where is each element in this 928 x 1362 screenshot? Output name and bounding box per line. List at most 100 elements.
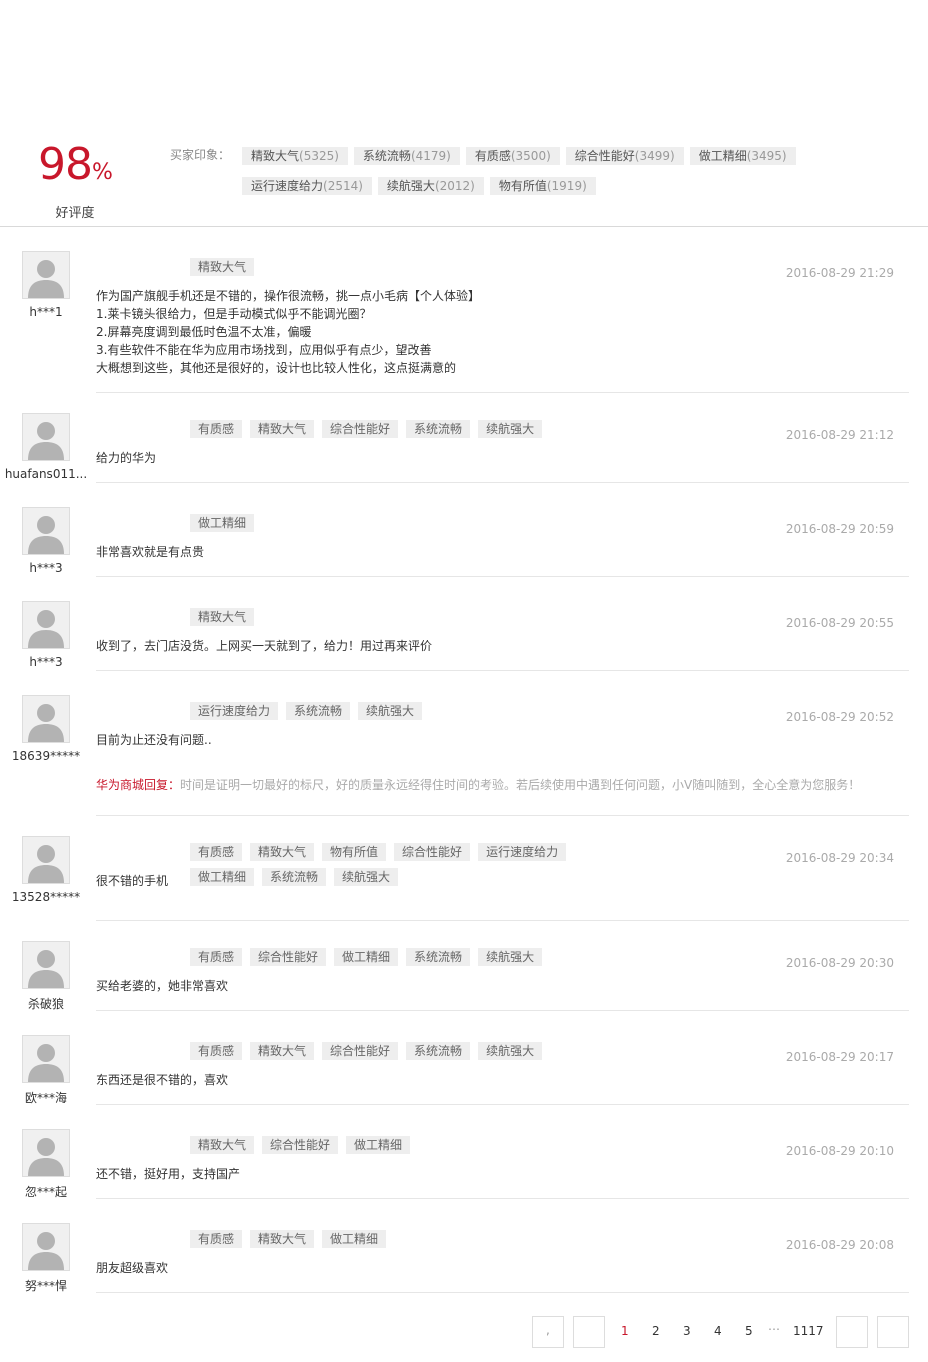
- review-divider: [96, 815, 909, 816]
- reply-text: 时间是证明一切最好的标尺，好的质量永远经得住时间的考验。若后续使用中遇到任何问题…: [180, 778, 861, 792]
- review-tag: 综合性能好: [322, 1042, 399, 1060]
- review-tag: 有质感: [190, 1042, 243, 1060]
- review-tag: 精致大气: [190, 1136, 255, 1154]
- review-content: 朋友超级喜欢: [96, 1259, 796, 1277]
- review-item: huafans011... 有质感 精致大气 综合性能好 系统流畅 续航强大 2016-08…: [0, 408, 928, 483]
- review-tag: 系统流畅: [406, 948, 471, 966]
- impression-tag[interactable]: 物有所值(1919): [489, 177, 596, 195]
- review-date: 2016-08-29 21:29: [785, 266, 894, 280]
- impression-tag[interactable]: 做工精细(3495): [689, 147, 796, 165]
- review-tag: 做工精细: [190, 514, 255, 532]
- first-page-button[interactable]: ,: [532, 1316, 564, 1348]
- pagination: , 1 2 3 4 5 … 1117: [532, 1316, 910, 1348]
- review-tag: 精致大气: [250, 1230, 315, 1248]
- review-item: 欧***海 有质感 精致大气 综合性能好 系统流畅 续航强大 2016-08-29 20:1…: [0, 1030, 928, 1105]
- review-username: 努***悍: [24, 1279, 67, 1293]
- review-tag: 综合性能好: [322, 420, 399, 438]
- review-tags: 精致大气 综合性能好 做工精细: [190, 1134, 610, 1159]
- review-divider: [96, 1104, 909, 1105]
- review-content: 给力的华为: [96, 449, 796, 467]
- review-tags: 有质感 综合性能好 做工精细 系统流畅 续航强大: [190, 946, 610, 971]
- review-date: 2016-08-29 20:55: [785, 616, 894, 630]
- review-divider: [96, 920, 909, 921]
- impression-tag-label: 做工精细: [698, 149, 747, 163]
- review-content: 非常喜欢就是有点贵: [96, 543, 796, 561]
- page-4-link[interactable]: 4: [714, 1324, 722, 1338]
- review-divider: [96, 1010, 909, 1011]
- review-content: 很不错的手机: [96, 872, 796, 890]
- impression-tag-count: (4179): [410, 149, 451, 163]
- prev-page-button[interactable]: [573, 1316, 605, 1348]
- review-tag: 精致大气: [250, 1042, 315, 1060]
- impression-tag[interactable]: 综合性能好(3499): [565, 147, 684, 165]
- review-item: 努***悍 有质感 精致大气 做工精细 2016-08-29 20:08 朋友超级喜欢: [0, 1218, 928, 1293]
- impression-tag-count: (5325): [299, 149, 339, 163]
- rate-unit: %: [92, 160, 113, 185]
- page-2-link[interactable]: 2: [652, 1324, 660, 1338]
- impression-tag-count: (2012): [434, 179, 475, 193]
- impression-tag-count: (2514): [323, 179, 363, 193]
- review-tag: 有质感: [190, 420, 243, 438]
- last-page-button[interactable]: [877, 1316, 909, 1348]
- review-tag: 做工精细: [322, 1230, 387, 1248]
- review-divider: [96, 392, 909, 393]
- review-item: 杀破狼 有质感 综合性能好 做工精细 系统流畅 续航强大 2016-08-29 20:30 买…: [0, 936, 928, 1011]
- review-tag: 有质感: [190, 843, 243, 861]
- review-tag: 做工精细: [346, 1136, 411, 1154]
- review-tag: 精致大气: [250, 420, 315, 438]
- impression-tag-label: 有质感: [474, 149, 511, 163]
- impression-tag-label: 综合性能好: [574, 149, 635, 163]
- review-content: 还不错，挺好用，支持国产: [96, 1165, 796, 1183]
- avatar: [22, 695, 70, 743]
- avatar: [22, 836, 70, 884]
- avatar: [22, 601, 70, 649]
- review-date: 2016-08-29 20:10: [785, 1144, 894, 1158]
- review-item: 忽***起 精致大气 综合性能好 做工精细 2016-08-29 20:10 还不错，挺好…: [0, 1124, 928, 1199]
- review-tags: 精致大气: [190, 256, 610, 281]
- impression-tag-label: 物有所值: [498, 179, 547, 193]
- review-content-line: 很不错的手机: [96, 874, 169, 888]
- impression-tag[interactable]: 续航强大(2012): [377, 177, 484, 195]
- impression-list: 精致大气(5325) 系统流畅(4179) 有质感(3500) 综合性能好(3499)…: [242, 145, 842, 205]
- page-1-link[interactable]: 1: [621, 1324, 629, 1338]
- review-date: 2016-08-29 21:12: [785, 428, 894, 442]
- review-date: 2016-08-29 20:08: [785, 1238, 894, 1252]
- rate-label: 好评度: [55, 206, 95, 221]
- review-item: h***3 做工精细 2016-08-29 20:59 非常喜欢就是有点贵: [0, 502, 928, 577]
- page-5-link[interactable]: 5: [745, 1324, 753, 1338]
- page-last-link[interactable]: 1117: [793, 1324, 824, 1338]
- impression-tag-count: (3495): [746, 149, 787, 163]
- review-content: 买给老婆的，她非常喜欢: [96, 977, 796, 995]
- impression-tag[interactable]: 运行速度给力(2514): [242, 177, 372, 195]
- review-content-line: 买给老婆的，她非常喜欢: [96, 979, 229, 993]
- review-username: 杀破狼: [27, 997, 64, 1011]
- review-date: 2016-08-29 20:52: [785, 710, 894, 724]
- impression-tag[interactable]: 有质感(3500): [465, 147, 560, 165]
- impression-tag-label: 精致大气: [251, 149, 300, 163]
- review-tag: 有质感: [190, 1230, 243, 1248]
- impression-tag-count: (1919): [546, 179, 587, 193]
- review-username: h***1: [29, 305, 63, 319]
- review-content: 目前为止还没有问题..: [96, 731, 796, 749]
- impression-tag[interactable]: 系统流畅(4179): [353, 147, 460, 165]
- review-tag: 精致大气: [190, 608, 255, 626]
- review-tags: 有质感 精致大气 综合性能好 系统流畅 续航强大: [190, 418, 610, 443]
- impression-tag-count: (3499): [634, 149, 675, 163]
- avatar: [22, 1129, 70, 1177]
- review-content: 作为国产旗舰手机还是不错的，操作很流畅，挑一点小毛病【个人体验】 1.莱卡镜头很给…: [96, 287, 796, 377]
- avatar: [22, 1035, 70, 1083]
- review-tag: 综合性能好: [250, 948, 327, 966]
- review-item: 13528***** 有质感 精致大气 物有所值 综合性能好 运行速度给力 做工精细 系统流畅…: [0, 831, 928, 921]
- review-tag: 精致大气: [250, 843, 315, 861]
- impression-tag-label: 系统流畅: [362, 149, 411, 163]
- page-3-link[interactable]: 3: [683, 1324, 691, 1338]
- review-tag: 系统流畅: [406, 420, 471, 438]
- review-date: 2016-08-29 20:34: [785, 851, 894, 865]
- review-tag: 续航强大: [478, 948, 543, 966]
- next-page-button[interactable]: [836, 1316, 868, 1348]
- review-divider: [96, 670, 909, 671]
- review-date: 2016-08-29 20:59: [785, 522, 894, 536]
- review-tag: 运行速度给力: [478, 843, 567, 861]
- impression-tag[interactable]: 精致大气(5325): [242, 147, 348, 165]
- review-tags: 做工精细: [190, 512, 610, 537]
